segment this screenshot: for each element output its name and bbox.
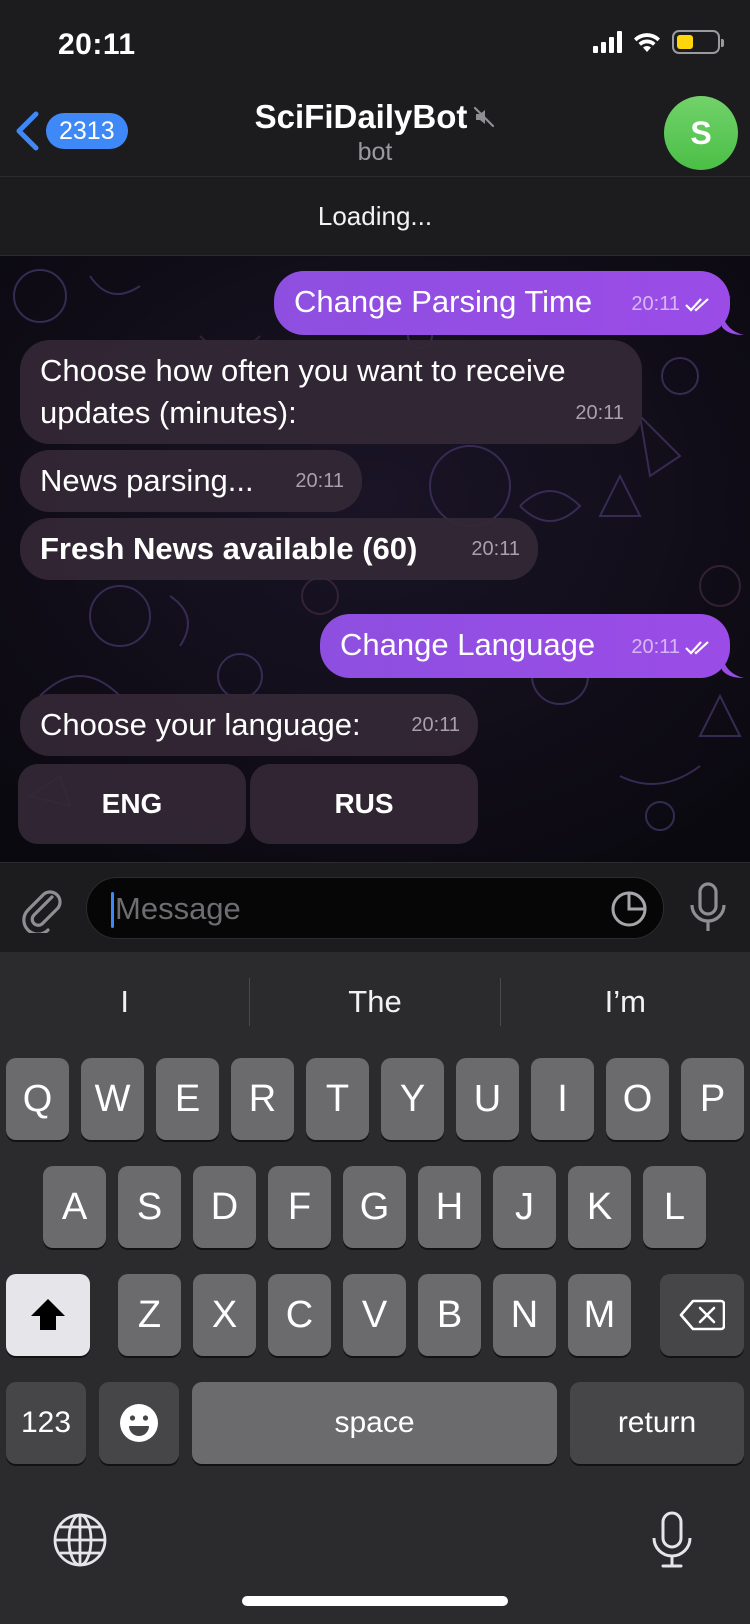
key-d[interactable]: D	[193, 1166, 256, 1248]
telegram-chat-screen: 20:11 2313 SciFiDailyBot bot S Loading..…	[0, 0, 750, 1624]
key-q[interactable]: Q	[6, 1058, 69, 1140]
key-v[interactable]: V	[343, 1274, 406, 1356]
backspace-key[interactable]	[660, 1274, 744, 1356]
shift-key[interactable]	[6, 1274, 90, 1356]
key-k[interactable]: K	[568, 1166, 631, 1248]
message-placeholder: Message	[115, 891, 241, 926]
message-time: 20:11	[411, 714, 460, 736]
key-b[interactable]: B	[418, 1274, 481, 1356]
message-meta: 20:11	[411, 704, 460, 746]
message-text: Change Language	[340, 627, 596, 662]
globe-icon[interactable]	[52, 1512, 108, 1568]
key-y[interactable]: Y	[381, 1058, 444, 1140]
return-key[interactable]: return	[570, 1382, 744, 1464]
home-indicator[interactable]	[242, 1596, 508, 1606]
message-time: 20:11	[471, 538, 520, 560]
loading-text: Loading...	[317, 200, 433, 231]
wifi-icon	[634, 33, 660, 52]
status-time: 20:11	[58, 28, 136, 61]
key-x[interactable]: X	[193, 1274, 256, 1356]
message-time: 20:11	[575, 402, 624, 424]
text-caret	[111, 892, 114, 928]
message-text: Fresh News available (60)	[40, 531, 418, 566]
message-meta: 20:11	[631, 283, 712, 325]
predictive-bar: I The I’m	[0, 952, 750, 1052]
key-f[interactable]: F	[268, 1166, 331, 1248]
double-check-icon	[685, 298, 709, 312]
message-text: Choose your language:	[40, 707, 361, 742]
incoming-message[interactable]: Fresh News available (60) 20:11	[20, 518, 538, 580]
message-text: News parsing...	[40, 463, 254, 498]
message-list[interactable]: Change Parsing Time 20:11 Choose how oft…	[0, 256, 750, 862]
incoming-message[interactable]: Choose how often you want to receive upd…	[20, 340, 642, 444]
double-check-icon	[685, 641, 709, 655]
key-j[interactable]: J	[493, 1166, 556, 1248]
message-meta: 20:11	[471, 528, 520, 570]
backspace-icon	[679, 1299, 725, 1331]
key-z[interactable]: Z	[118, 1274, 181, 1356]
bubble-tail	[722, 656, 744, 678]
key-u[interactable]: U	[456, 1058, 519, 1140]
sticker-icon[interactable]	[609, 889, 649, 929]
message-input[interactable]: Message	[86, 877, 664, 939]
key-g[interactable]: G	[343, 1166, 406, 1248]
muted-speaker-icon	[474, 106, 495, 128]
key-h[interactable]: H	[418, 1166, 481, 1248]
message-time: 20:11	[631, 293, 680, 315]
outgoing-message[interactable]: Change Parsing Time 20:11	[274, 271, 730, 335]
inline-button-eng[interactable]: ENG	[18, 764, 246, 844]
message-text-line1: Choose how often you want to receive	[40, 353, 566, 388]
message-text-line2: updates (minutes):	[40, 395, 297, 430]
message-time: 20:11	[295, 470, 344, 492]
chat-header: 2313 SciFiDailyBot bot S	[0, 90, 750, 176]
key-a[interactable]: A	[43, 1166, 106, 1248]
message-time: 20:11	[631, 636, 680, 658]
pinned-loading-bar: Loading...	[0, 176, 750, 256]
suggestion-2[interactable]: The	[250, 984, 499, 1020]
key-i[interactable]: I	[531, 1058, 594, 1140]
incoming-message[interactable]: News parsing... 20:11	[20, 450, 362, 512]
key-w[interactable]: W	[81, 1058, 144, 1140]
key-e[interactable]: E	[156, 1058, 219, 1140]
cellular-signal-icon	[593, 31, 622, 53]
dictation-microphone-icon[interactable]	[650, 1510, 694, 1570]
shift-arrow-icon	[31, 1299, 65, 1330]
system-keyboard: I The I’m Q W E R T Y U I O P A S D F G …	[0, 952, 750, 1624]
key-t[interactable]: T	[306, 1058, 369, 1140]
microphone-icon[interactable]	[686, 881, 730, 935]
bubble-tail	[722, 313, 744, 335]
chat-title: SciFiDailyBot	[254, 98, 468, 135]
status-icons	[593, 30, 724, 54]
message-text: Change Parsing Time	[294, 284, 593, 319]
message-meta: 20:11	[575, 392, 624, 434]
key-s[interactable]: S	[118, 1166, 181, 1248]
key-p[interactable]: P	[681, 1058, 744, 1140]
space-key[interactable]: space	[192, 1382, 557, 1464]
battery-icon	[672, 30, 724, 54]
suggestion-1[interactable]: I	[0, 984, 249, 1020]
bot-avatar[interactable]: S	[664, 96, 738, 170]
key-l[interactable]: L	[643, 1166, 706, 1248]
key-m[interactable]: M	[568, 1274, 631, 1356]
incoming-message[interactable]: Choose your language: 20:11	[20, 694, 478, 756]
chat-subtitle: bot	[357, 138, 393, 166]
message-composer: Message	[0, 862, 750, 952]
status-bar: 20:11	[0, 0, 750, 90]
inline-button-rus[interactable]: RUS	[250, 764, 478, 844]
message-meta: 20:11	[631, 626, 712, 668]
numbers-key[interactable]: 123	[6, 1382, 86, 1464]
emoji-icon	[120, 1404, 158, 1442]
key-c[interactable]: C	[268, 1274, 331, 1356]
key-r[interactable]: R	[231, 1058, 294, 1140]
outgoing-message[interactable]: Change Language 20:11	[320, 614, 730, 678]
paperclip-icon[interactable]	[18, 883, 66, 933]
key-o[interactable]: O	[606, 1058, 669, 1140]
suggestion-3[interactable]: I’m	[501, 984, 750, 1020]
key-n[interactable]: N	[493, 1274, 556, 1356]
emoji-key[interactable]	[99, 1382, 179, 1464]
message-meta: 20:11	[295, 460, 344, 502]
chat-title-block[interactable]: SciFiDailyBot bot	[0, 98, 750, 167]
